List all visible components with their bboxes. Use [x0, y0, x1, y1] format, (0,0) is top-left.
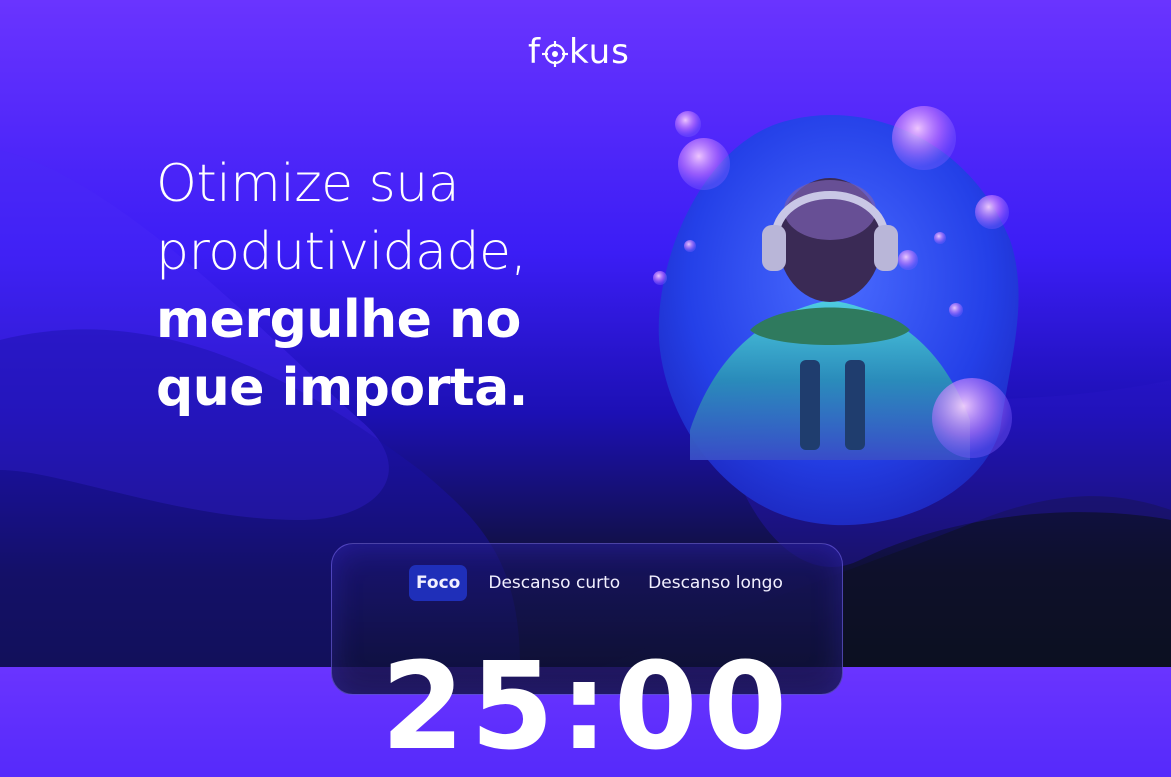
timer-display: 25:00 [381, 638, 793, 777]
hero-heading: Otimize sua produtividade, mergulhe no q… [156, 150, 596, 422]
hero-line-1: Otimize sua [156, 154, 460, 214]
target-icon [541, 39, 568, 67]
tab-foco[interactable]: Foco [409, 565, 468, 601]
hero-illustration [653, 106, 1019, 526]
hero-line-2: produtividade, [156, 222, 527, 282]
tab-descanso-curto[interactable]: Descanso curto [481, 565, 627, 601]
hero-line-4: que importa. [156, 358, 528, 418]
fokus-logo[interactable]: fokus f kus [528, 32, 648, 72]
timer-card: Foco Descanso curto Descanso longo 25:00 [331, 543, 843, 768]
hero-line-3: mergulhe no [156, 290, 521, 350]
mode-tabs: Foco Descanso curto Descanso longo [409, 565, 804, 601]
tab-descanso-longo[interactable]: Descanso longo [641, 565, 790, 601]
